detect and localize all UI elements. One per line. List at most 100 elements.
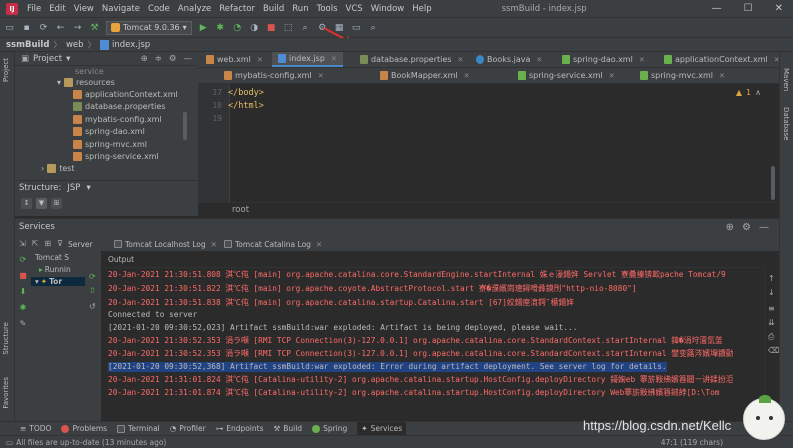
print-icon[interactable]: ⎙ bbox=[768, 332, 774, 342]
code-editor[interactable]: 17 18 19 </body> </html> ▲ 1 ∧ bbox=[198, 84, 779, 202]
menu-build[interactable]: Build bbox=[259, 4, 288, 14]
debug-icon[interactable]: ✱ bbox=[18, 303, 28, 313]
close-icon[interactable]: ✕ bbox=[331, 55, 337, 63]
stop-icon[interactable]: ■ bbox=[18, 271, 28, 281]
tab-todo[interactable]: ≡ TODO bbox=[20, 424, 51, 433]
update-app-icon[interactable]: ⬚ bbox=[283, 22, 294, 33]
tab-terminal[interactable]: Terminal bbox=[117, 424, 160, 433]
close-icon[interactable]: ✕ bbox=[316, 240, 322, 249]
tab-services[interactable]: ✦ Services bbox=[357, 422, 407, 435]
chevron-up-icon[interactable]: ∧ bbox=[755, 88, 761, 97]
search-everywhere-icon[interactable]: ⌕ bbox=[300, 22, 311, 33]
close-icon[interactable]: ✕ bbox=[257, 56, 263, 64]
arrow-down-icon[interactable]: ↓ bbox=[768, 288, 775, 297]
menu-analyze[interactable]: Analyze bbox=[174, 4, 216, 14]
coverage-icon[interactable]: ◔ bbox=[232, 22, 243, 33]
hide-icon[interactable]: — bbox=[184, 54, 193, 64]
filter-icon[interactable]: ▼ bbox=[36, 198, 47, 209]
close-icon[interactable]: ✕ bbox=[609, 72, 615, 80]
save-icon[interactable]: ▪ bbox=[21, 22, 32, 33]
tree-item-database-properties[interactable]: database.properties bbox=[73, 100, 165, 112]
close-icon[interactable]: ✕ bbox=[775, 3, 783, 14]
tree-item-tomcat-server[interactable]: Tomcat S bbox=[35, 253, 69, 262]
tree-item-applicationcontext[interactable]: applicationContext.xml bbox=[73, 88, 178, 100]
close-icon[interactable]: ✕ bbox=[536, 56, 542, 64]
tree-item-test[interactable]: › test bbox=[41, 162, 75, 174]
locate-icon[interactable]: ⊕ bbox=[141, 54, 148, 64]
tab-spring[interactable]: Spring bbox=[312, 424, 347, 433]
structure-file-type[interactable]: JSP bbox=[67, 183, 80, 193]
gear-icon[interactable]: ⚙ bbox=[169, 54, 177, 64]
status-message[interactable]: All files are up-to-date (13 minutes ago… bbox=[16, 438, 166, 447]
close-icon[interactable]: ✕ bbox=[719, 72, 725, 80]
tab-spring-dao-xml[interactable]: spring-dao.xml ✕ bbox=[556, 52, 651, 67]
rerun-icon[interactable]: ⟳ bbox=[18, 255, 28, 265]
inspection-widget[interactable]: ▲ 1 ∧ bbox=[736, 88, 761, 97]
collapse-all-icon[interactable]: ⇱ bbox=[32, 239, 39, 248]
maximize-icon[interactable]: ☐ bbox=[744, 3, 753, 14]
tab-applicationcontext-xml[interactable]: applicationContext.xml ✕ bbox=[658, 52, 786, 67]
close-icon[interactable]: ✕ bbox=[318, 72, 324, 80]
tab-index-jsp[interactable]: index.jsp ✕ bbox=[272, 52, 343, 67]
tree-item-mybatis-config[interactable]: mybatis-config.xml bbox=[73, 113, 162, 125]
console-output[interactable]: 20-Jan-2021 21:30:51.808 淇℃伅 [main] org.… bbox=[102, 268, 764, 420]
cursor-position[interactable]: 47:1 (119 chars) bbox=[661, 438, 723, 447]
breadcrumb-file[interactable]: index.jsp bbox=[112, 40, 150, 50]
tab-bookmapper-xml[interactable]: BookMapper.xml ✕ bbox=[374, 68, 476, 83]
run-icon[interactable]: ▶ bbox=[198, 22, 209, 33]
scroll-to-end-icon[interactable]: ⇊ bbox=[768, 318, 775, 327]
soft-wrap-icon[interactable]: ≡ bbox=[768, 304, 775, 313]
favorites-tool-button[interactable]: Favorites bbox=[2, 377, 10, 409]
settings-wrench-icon[interactable]: ✎ bbox=[18, 319, 28, 329]
update-icon[interactable]: ⇧ bbox=[89, 286, 96, 295]
close-icon[interactable]: ✕ bbox=[464, 72, 470, 80]
run-configuration-select[interactable]: Tomcat 9.0.36 ▾ bbox=[106, 20, 192, 35]
collapse-icon[interactable]: ≑ bbox=[155, 54, 162, 64]
forward-arrow-icon[interactable]: → bbox=[72, 22, 83, 33]
tab-server[interactable]: Server bbox=[64, 237, 97, 251]
breadcrumb-folder[interactable]: web bbox=[66, 40, 84, 50]
tab-spring-service-xml[interactable]: spring-service.xml ✕ bbox=[512, 68, 621, 83]
build-hammer-icon[interactable]: ⚒ bbox=[89, 22, 100, 33]
tree-item-resources[interactable]: ▾ resources bbox=[57, 76, 115, 88]
tree-item-running[interactable]: ▸ Runnin bbox=[39, 265, 71, 274]
maven-tool-button[interactable]: Maven bbox=[782, 68, 790, 91]
tree-item-spring-service[interactable]: spring-service.xml bbox=[73, 150, 159, 162]
minimize-icon[interactable]: — bbox=[712, 3, 722, 14]
debug-icon[interactable]: ✱ bbox=[215, 22, 226, 33]
menu-edit[interactable]: Edit bbox=[45, 4, 69, 14]
expand-arrow-icon[interactable]: › bbox=[41, 164, 44, 173]
tab-build[interactable]: ⚒ Build bbox=[274, 424, 303, 433]
hide-icon[interactable]: — bbox=[759, 222, 769, 233]
close-icon[interactable]: ✕ bbox=[457, 56, 463, 64]
close-icon[interactable]: ✕ bbox=[211, 240, 217, 249]
project-scrollbar[interactable] bbox=[183, 112, 187, 140]
tab-endpoints[interactable]: ⊶ Endpoints bbox=[216, 424, 264, 433]
menu-view[interactable]: View bbox=[70, 4, 98, 14]
back-arrow-icon[interactable]: ← bbox=[55, 22, 66, 33]
profile-icon[interactable]: ◑ bbox=[249, 22, 260, 33]
close-icon[interactable]: ✕ bbox=[774, 56, 780, 64]
chevron-down-icon[interactable]: ▾ bbox=[66, 54, 70, 64]
tab-problems[interactable]: Problems bbox=[61, 424, 107, 433]
refresh-icon[interactable]: ⟳ bbox=[38, 22, 49, 33]
refresh-icon[interactable]: ↺ bbox=[89, 302, 96, 311]
tab-tomcat-catalina-log[interactable]: Tomcat Catalina Log ✕ bbox=[220, 237, 326, 251]
expand-all-icon[interactable]: ⇲ bbox=[19, 239, 26, 248]
tree-item-spring-dao[interactable]: spring-dao.xml bbox=[73, 125, 145, 137]
chevron-down-icon[interactable]: ▾ bbox=[86, 183, 90, 193]
close-icon[interactable]: ✕ bbox=[639, 56, 645, 64]
menu-refactor[interactable]: Refactor bbox=[215, 4, 259, 14]
open-folder-icon[interactable]: ▭ bbox=[4, 22, 15, 33]
search-icon[interactable]: ⌕ bbox=[368, 22, 379, 33]
add-icon[interactable]: ⊕ bbox=[726, 222, 734, 233]
menu-help[interactable]: Help bbox=[408, 4, 435, 14]
expand-arrow-icon[interactable]: ▾ bbox=[57, 78, 61, 87]
tab-mybatis-config-xml[interactable]: mybatis-config.xml ✕ bbox=[218, 68, 330, 83]
menu-tools[interactable]: Tools bbox=[313, 4, 342, 14]
tab-books-java[interactable]: Books.java ✕ bbox=[470, 52, 548, 67]
tab-spring-mvc-xml[interactable]: spring-mvc.xml ✕ bbox=[634, 68, 731, 83]
project-tool-button[interactable]: Project bbox=[2, 58, 10, 82]
menu-window[interactable]: Window bbox=[367, 4, 409, 14]
tab-database-properties[interactable]: database.properties ✕ bbox=[354, 52, 469, 67]
